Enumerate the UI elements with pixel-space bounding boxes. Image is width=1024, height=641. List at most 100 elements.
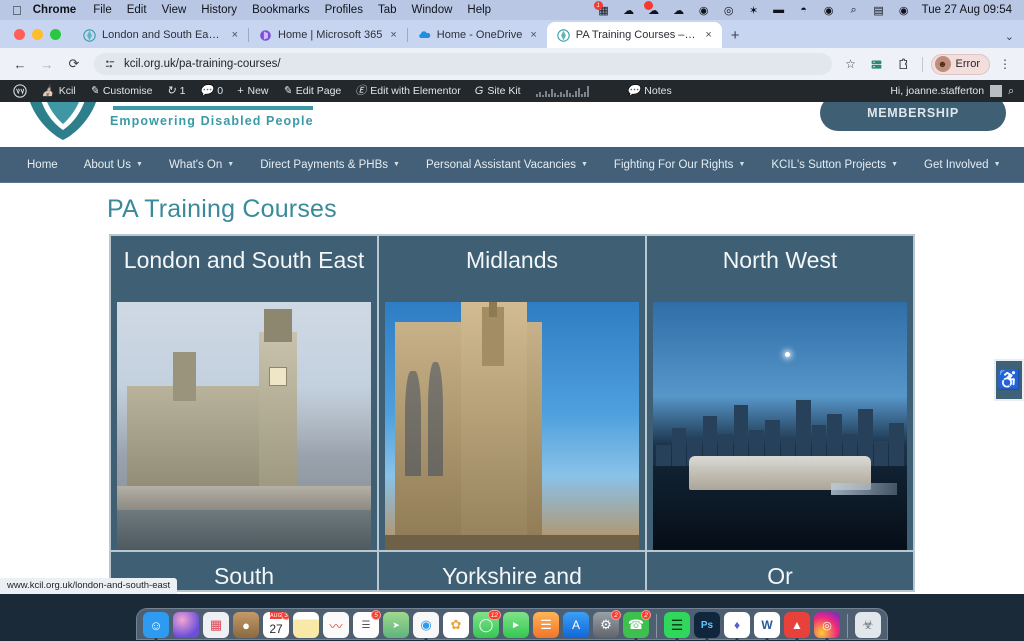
- wpadmin-updates[interactable]: ↻1: [159, 85, 192, 97]
- menu-item-chrome[interactable]: Chrome: [33, 4, 76, 16]
- battery-icon[interactable]: ▬: [772, 3, 786, 17]
- back-button[interactable]: ←: [8, 52, 32, 76]
- browser-menu-kebab-icon[interactable]: ⋮: [994, 53, 1016, 75]
- tab-close-icon[interactable]: ×: [388, 29, 398, 41]
- extensions-puzzle-icon[interactable]: [892, 53, 914, 75]
- dock-icon-books[interactable]: ☰: [533, 612, 559, 638]
- course-card-london-and-south-east[interactable]: London and South East: [111, 236, 377, 550]
- dock-icon-finder[interactable]: ☺: [143, 612, 169, 638]
- nav-item-get-involved[interactable]: Get Involved▼: [911, 159, 1014, 171]
- dock-icon-photos[interactable]: ✿: [443, 612, 469, 638]
- maximize-window-button[interactable]: [50, 29, 61, 40]
- menu-item-file[interactable]: File: [93, 4, 112, 16]
- nav-item-home[interactable]: Home: [14, 159, 71, 171]
- dock-icon-trash[interactable]: ☣: [855, 612, 881, 638]
- tab-close-icon[interactable]: ×: [703, 29, 713, 41]
- wpadmin-edit-with-elementor[interactable]: ⒺEdit with Elementor: [348, 85, 467, 97]
- minimize-window-button[interactable]: [32, 29, 43, 40]
- bookmark-star-icon[interactable]: ☆: [840, 53, 862, 75]
- reload-button[interactable]: ⟳: [62, 52, 86, 76]
- dock-icon-adobe-acrobat[interactable]: ▲: [784, 612, 810, 638]
- dock-icon-contacts[interactable]: ●: [233, 612, 259, 638]
- dock-icon-microsoft-teams[interactable]: ♦: [724, 612, 750, 638]
- tab-close-icon[interactable]: ×: [528, 29, 538, 41]
- dock-icon-photoshop[interactable]: Ps: [694, 612, 720, 638]
- menu-item-history[interactable]: History: [201, 4, 237, 16]
- wpadmin-edit-page[interactable]: ✎Edit Page: [276, 85, 349, 97]
- nav-item-direct-payments[interactable]: Direct Payments & PHBs▼: [247, 159, 413, 171]
- dock-icon-launchpad[interactable]: ▦: [203, 612, 229, 638]
- wpadmin-site-name[interactable]: ⛪Kcil: [34, 85, 83, 97]
- wpadmin-new[interactable]: +New: [230, 85, 275, 97]
- onedrive-sync-icon[interactable]: ☁: [622, 3, 636, 17]
- menu-item-edit[interactable]: Edit: [127, 4, 147, 16]
- course-card-yorkshire[interactable]: Yorkshire and: [379, 552, 645, 590]
- menu-item-bookmarks[interactable]: Bookmarks: [252, 4, 310, 16]
- siri-icon[interactable]: ◉: [897, 3, 911, 17]
- grammarly-icon[interactable]: ◉: [697, 3, 711, 17]
- browser-tab-pa-training-courses[interactable]: PA Training Courses – Kcil ×: [547, 22, 722, 48]
- apple-menu-icon[interactable]: : [12, 4, 22, 17]
- nav-item-fighting-for-our-rights[interactable]: Fighting For Our Rights▼: [601, 159, 758, 171]
- kcil-logo[interactable]: [20, 102, 106, 142]
- dock-icon-chrome[interactable]: ◉: [413, 612, 439, 638]
- onedrive-icon[interactable]: ☁: [647, 3, 661, 17]
- media-play-icon[interactable]: ◎: [722, 3, 736, 17]
- dock-icon-app-store[interactable]: A: [563, 612, 589, 638]
- spotlight-search-icon[interactable]: ⌕: [847, 3, 861, 17]
- close-window-button[interactable]: [14, 29, 25, 40]
- course-card-midlands[interactable]: Midlands: [379, 236, 645, 550]
- address-bar[interactable]: kcil.org.uk/pa-training-courses/: [94, 53, 832, 75]
- forward-button[interactable]: →: [35, 52, 59, 76]
- wpadmin-greeting[interactable]: Hi, joanne.stafferton: [890, 85, 984, 97]
- dock-icon-siri[interactable]: [173, 612, 199, 638]
- membership-button[interactable]: MEMBERSHIP: [820, 102, 1006, 131]
- bluetooth-icon[interactable]: ✶: [747, 3, 761, 17]
- nav-item-whats-on[interactable]: What's On▼: [156, 159, 247, 171]
- dock-icon-facetime[interactable]: ►: [503, 612, 529, 638]
- control-center-icon[interactable]: ◉: [822, 3, 836, 17]
- dock-icon-whatsapp[interactable]: ☎2: [623, 612, 649, 638]
- nav-item-pa-vacancies[interactable]: Personal Assistant Vacancies▼: [413, 159, 601, 171]
- dock-icon-maps[interactable]: ➤: [383, 612, 409, 638]
- wordpress-logo-icon[interactable]: [6, 84, 34, 98]
- accessibility-wheelchair-icon[interactable]: ♿: [994, 359, 1024, 401]
- password-manager-icon[interactable]: [866, 53, 888, 75]
- wpadmin-comments[interactable]: 💬0: [193, 85, 231, 97]
- dock-icon-microsoft-word[interactable]: W: [754, 612, 780, 638]
- new-tab-button[interactable]: +: [722, 27, 749, 48]
- menu-item-profiles[interactable]: Profiles: [325, 4, 363, 16]
- wpadmin-notes[interactable]: 💬Notes: [620, 85, 679, 97]
- cloud-alert-icon[interactable]: ☁: [672, 3, 686, 17]
- wpadmin-customise[interactable]: ✎Customise: [83, 85, 160, 97]
- site-settings-icon[interactable]: [104, 58, 116, 70]
- dock-icon-instagram[interactable]: ◎: [814, 612, 840, 638]
- nav-item-sutton-projects[interactable]: KCIL's Sutton Projects▼: [758, 159, 911, 171]
- dock-icon-stocks[interactable]: 〰: [323, 612, 349, 638]
- profile-button[interactable]: ☻ Error: [931, 54, 990, 75]
- wifi-icon[interactable]: ◓: [797, 3, 811, 17]
- tab-search-chevron-icon[interactable]: ⌄: [1005, 30, 1024, 48]
- dock-icon-calendar[interactable]: AUG 27 3: [263, 612, 289, 638]
- dock-icon-notes[interactable]: [293, 612, 319, 638]
- course-card-other[interactable]: Or: [647, 552, 913, 590]
- dock-icon-messages[interactable]: ◯12: [473, 612, 499, 638]
- menu-bar-clock[interactable]: Tue 27 Aug 09:54: [922, 4, 1012, 16]
- teams-icon[interactable]: ▦1: [597, 3, 611, 17]
- course-card-north-west[interactable]: North West: [647, 236, 913, 550]
- dock-icon-spotify[interactable]: ☰: [664, 612, 690, 638]
- menu-item-tab[interactable]: Tab: [378, 4, 397, 16]
- menu-item-help[interactable]: Help: [467, 4, 491, 16]
- nav-item-about-us[interactable]: About Us▼: [71, 159, 156, 171]
- dock-icon-reminders[interactable]: ☰5: [353, 612, 379, 638]
- tab-close-icon[interactable]: ×: [230, 29, 240, 41]
- dock-icon-system-settings[interactable]: ⚙2: [593, 612, 619, 638]
- browser-tab-microsoft-365[interactable]: Home | Microsoft 365 ×: [249, 22, 407, 48]
- menu-item-view[interactable]: View: [162, 4, 187, 16]
- display-icon[interactable]: ▤: [872, 3, 886, 17]
- wpadmin-search-icon[interactable]: ⌕: [1008, 85, 1014, 98]
- browser-tab-london-and-south-east[interactable]: London and South East – Kcil ×: [73, 22, 248, 48]
- browser-tab-onedrive[interactable]: Home - OneDrive ×: [408, 22, 547, 48]
- wpadmin-site-kit[interactable]: GSite Kit: [468, 85, 528, 97]
- menu-item-window[interactable]: Window: [412, 4, 453, 16]
